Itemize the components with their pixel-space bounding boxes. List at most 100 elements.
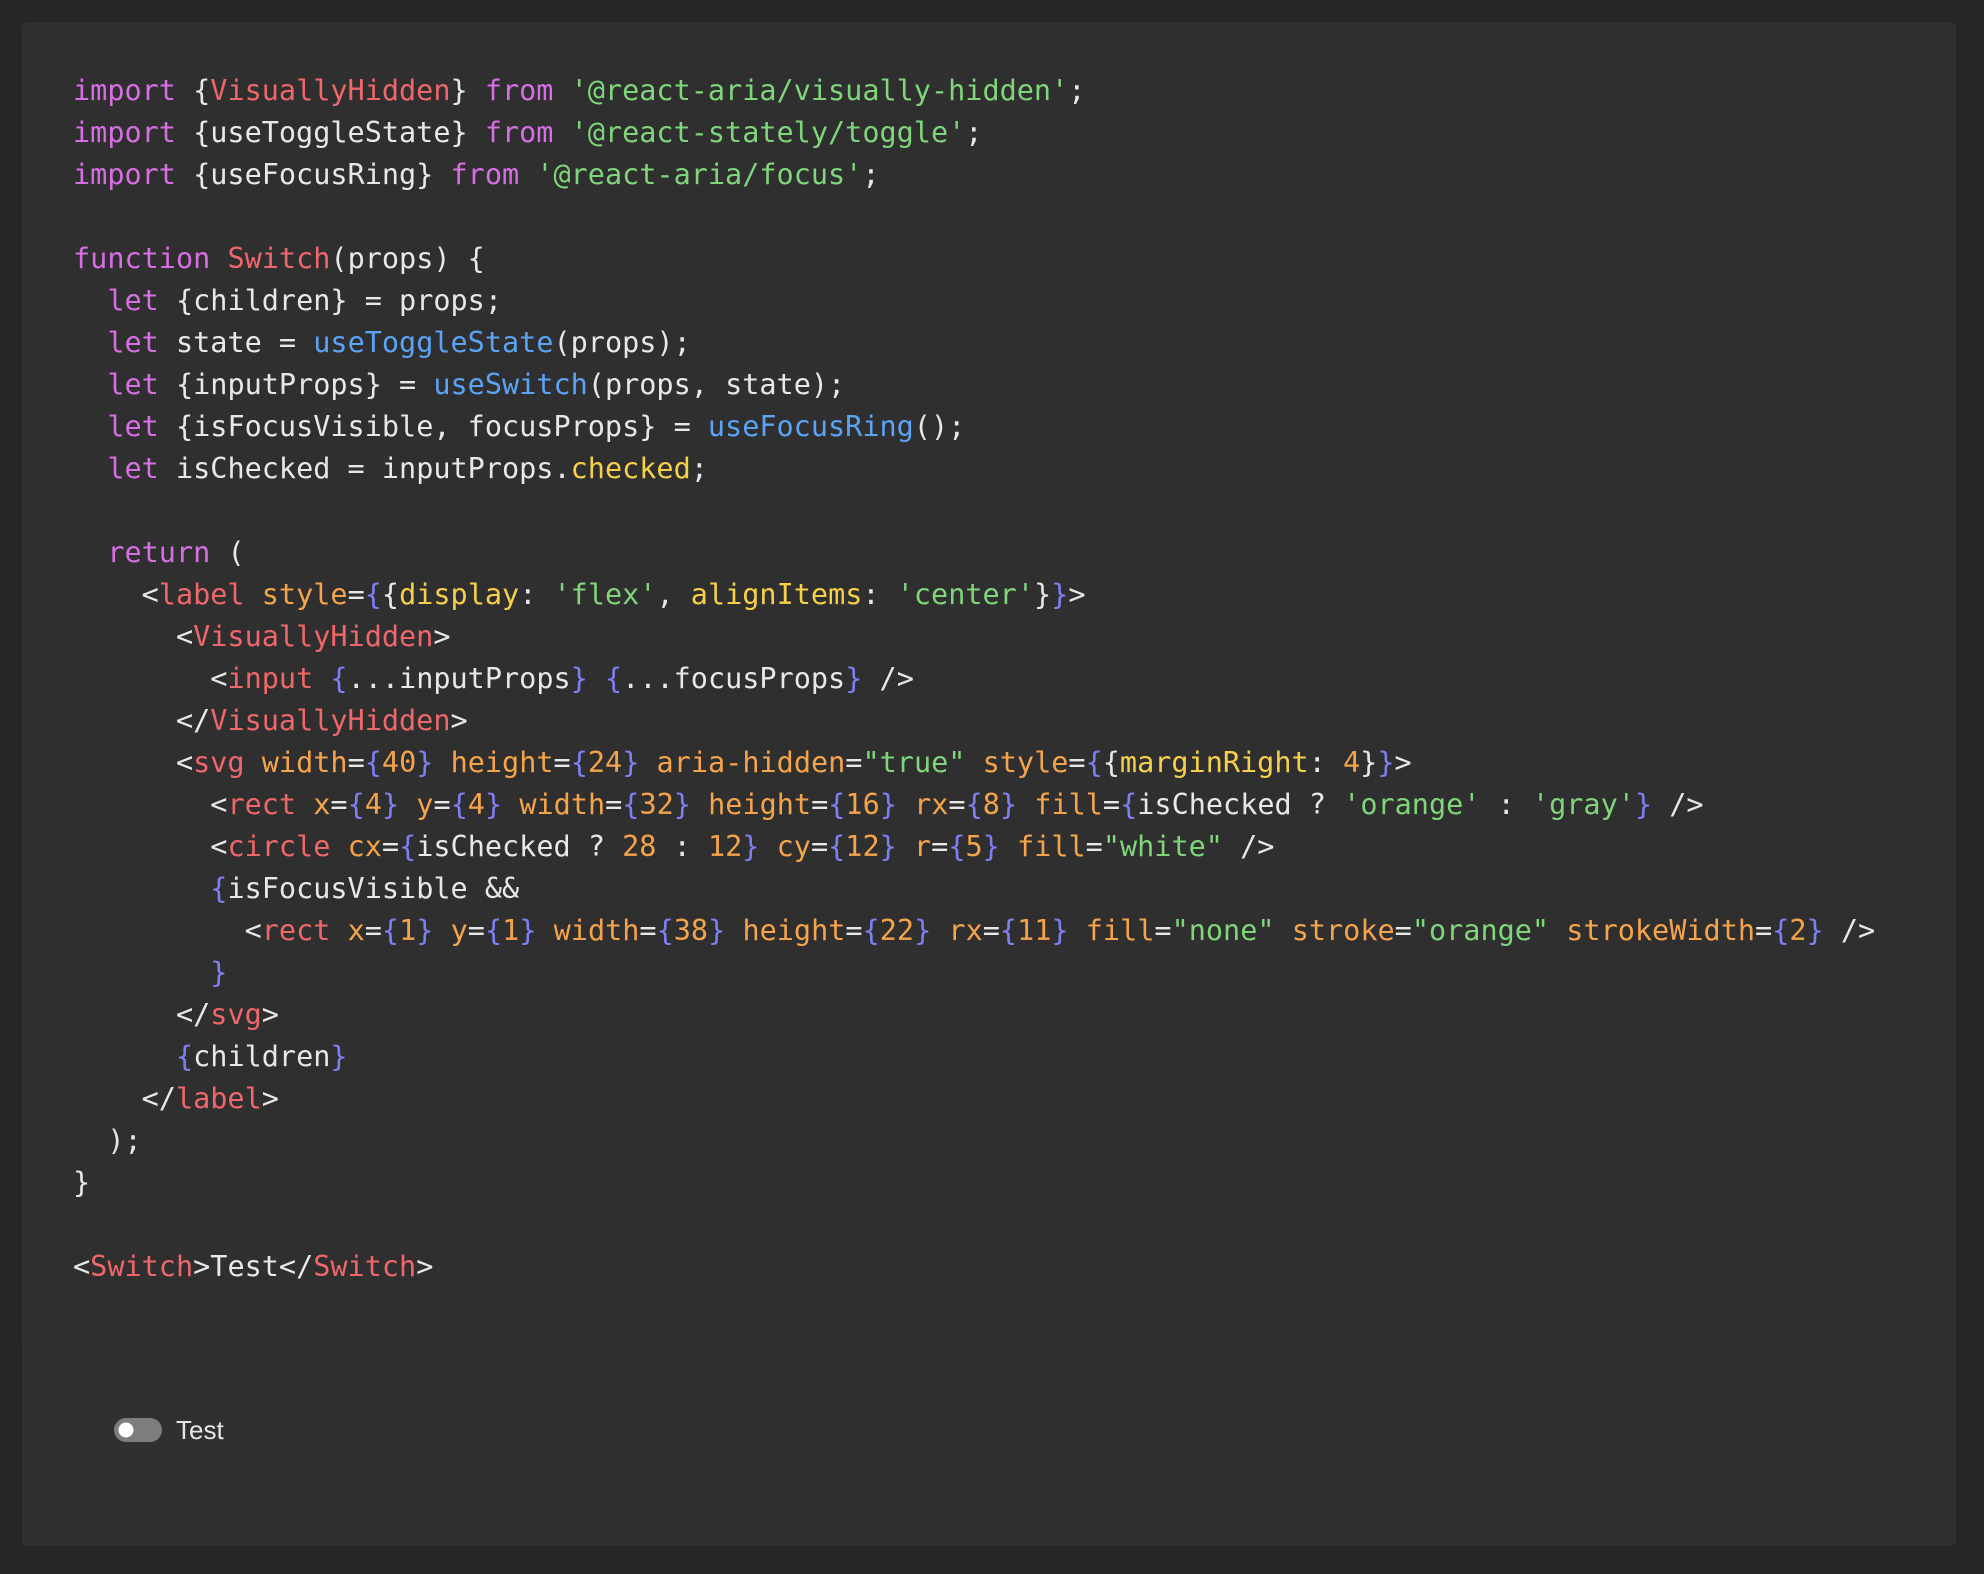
code-token: > xyxy=(261,1082,279,1115)
code-token: Switch xyxy=(227,242,331,275)
code-token: children xyxy=(193,1040,331,1073)
code-token: useToggleState xyxy=(313,326,554,359)
code-token: { xyxy=(604,662,623,695)
code-token: (props) { xyxy=(330,242,485,275)
code-token: 12 xyxy=(707,830,743,863)
code-token: ); xyxy=(73,1124,142,1157)
preview-panel: Test xyxy=(22,1340,1956,1546)
code-token: } xyxy=(330,1040,348,1073)
code-token: = xyxy=(1102,788,1121,821)
code-token: = xyxy=(810,830,829,863)
code-token: = xyxy=(347,746,365,779)
code-token: { xyxy=(948,830,966,863)
code-line: {children} xyxy=(73,1036,1875,1078)
code-token: fill xyxy=(1085,914,1155,947)
code-token: 11 xyxy=(1017,914,1052,947)
code-line: {isFocusVisible && xyxy=(73,868,1875,910)
code-token: import xyxy=(73,116,176,149)
code-line: </VisuallyHidden> xyxy=(73,700,1875,742)
code-token: = xyxy=(845,914,863,947)
code-token: import xyxy=(73,158,176,191)
code-token: } xyxy=(1806,914,1824,947)
code-token: let xyxy=(107,410,159,443)
code-token: 4 xyxy=(364,788,382,821)
code-token: 'gray' xyxy=(1531,788,1635,821)
code-token: isChecked ? xyxy=(416,830,623,863)
code-token: < xyxy=(73,830,228,863)
code-token: } xyxy=(450,74,485,107)
code-token: { xyxy=(1085,746,1103,779)
code-token: let xyxy=(107,326,159,359)
code-token: 5 xyxy=(965,830,983,863)
code-token: < xyxy=(73,662,228,695)
code-token: < xyxy=(73,746,194,779)
example-card: import {VisuallyHidden} from '@react-ari… xyxy=(22,22,1956,1546)
code-listing: import {VisuallyHidden} from '@react-ari… xyxy=(73,70,1875,1288)
code-token: = xyxy=(982,914,1000,947)
code-token: > xyxy=(1068,578,1086,611)
code-token: < xyxy=(73,620,194,653)
code-line: <rect x={1} y={1} width={38} height={22}… xyxy=(73,910,1876,952)
code-token: svg xyxy=(210,998,262,1031)
code-token: = xyxy=(639,914,657,947)
code-token: } xyxy=(73,1166,91,1199)
code-token: = xyxy=(1755,914,1773,947)
code-token: 8 xyxy=(982,788,1000,821)
code-line: <input {...inputProps} {...focusProps} /… xyxy=(73,658,1875,700)
code-token: { xyxy=(347,788,365,821)
code-token: : xyxy=(1308,746,1343,779)
code-token: height xyxy=(742,914,846,947)
code-token: isFocusVisible && xyxy=(227,872,520,905)
code-token: (props, state); xyxy=(587,368,846,401)
code-line: let {children} = props; xyxy=(73,280,1875,322)
code-token: { xyxy=(175,74,211,107)
code-token: {isFocusVisible, focusProps} = xyxy=(158,410,708,443)
switch-toggle-icon[interactable] xyxy=(108,1412,168,1448)
code-line: import {useFocusRing} from '@react-aria/… xyxy=(73,154,1875,196)
code-line: let isChecked = inputProps.checked; xyxy=(73,448,1875,490)
code-token: Switch xyxy=(313,1250,417,1283)
code-token: 38 xyxy=(673,914,709,947)
code-token: from xyxy=(484,74,554,107)
code-token: "none" xyxy=(1171,914,1275,947)
code-token: < xyxy=(73,1250,91,1283)
code-token: = xyxy=(467,914,485,947)
code-token: Switch xyxy=(90,1250,194,1283)
code-line: } xyxy=(73,1162,1875,1204)
code-token: (); xyxy=(913,410,966,443)
code-token: fill xyxy=(1034,788,1103,821)
code-token: 16 xyxy=(845,788,880,821)
code-token: } xyxy=(999,788,1018,821)
code-token: input xyxy=(227,662,314,695)
code-token: function xyxy=(73,242,211,275)
code-token: 1 xyxy=(502,914,520,947)
code-token: = xyxy=(330,788,348,821)
code-token: } xyxy=(1377,746,1395,779)
code-token: = xyxy=(347,578,365,611)
code-line: <label style={{display: 'flex', alignIte… xyxy=(73,574,1875,616)
code-token: { xyxy=(656,914,674,947)
code-token: height xyxy=(708,788,812,821)
code-token: display xyxy=(399,578,520,611)
code-token: alignItems xyxy=(690,578,863,611)
switch-control[interactable]: Test xyxy=(108,1412,224,1448)
code-token: { xyxy=(330,662,348,695)
